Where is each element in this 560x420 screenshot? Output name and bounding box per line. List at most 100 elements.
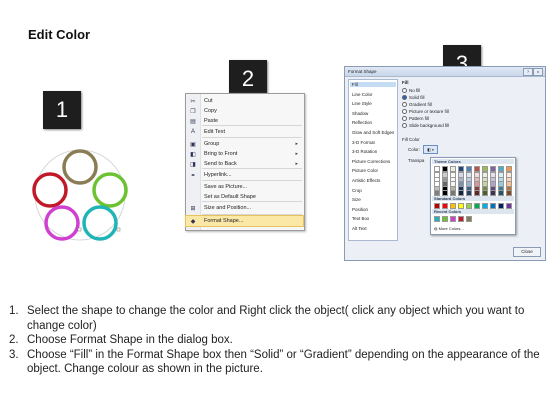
close-button[interactable]: Close xyxy=(513,247,541,257)
recent-color-swatch[interactable] xyxy=(450,216,456,222)
instruction-step: 1. Select the shape to change the color a… xyxy=(9,304,554,333)
menu-item-label: Edit Text xyxy=(204,129,225,135)
submenu-arrow-icon: ▸ xyxy=(295,151,298,157)
menu-item-label: Format Shape... xyxy=(204,218,244,224)
ring-green[interactable] xyxy=(92,172,128,208)
step-number: 3. xyxy=(9,348,19,361)
dialog-title-bar: Format Shape ? x xyxy=(345,67,545,77)
ring-diagram[interactable] xyxy=(20,135,140,250)
step-text: Choose Format Shape in the dialog box. xyxy=(27,334,233,346)
category-3-d-rotation[interactable]: 3-D Rotation xyxy=(352,149,377,154)
send-back-icon: ◨ xyxy=(190,161,196,168)
menu-item-label: Save as Picture... xyxy=(204,184,248,190)
step-text: Choose “Fill” in the Format Shape box th… xyxy=(27,348,540,376)
color-label: Color: xyxy=(408,147,421,152)
standard-colors-heading: Standard Colors xyxy=(432,196,514,201)
recent-color-swatch[interactable] xyxy=(434,216,440,222)
menu-item-send-to-back[interactable]: ◨ Send to Back ▸ xyxy=(186,159,303,169)
close-icon[interactable]: x xyxy=(533,68,543,76)
category-alt-text[interactable]: Alt Text xyxy=(352,226,367,231)
group-icon: ▣ xyxy=(190,141,196,148)
fill-option-label: Slide background fill xyxy=(409,123,450,128)
category-crop[interactable]: Crop xyxy=(352,188,362,193)
category-text-box[interactable]: Text Box xyxy=(352,216,369,221)
recent-color-swatch[interactable] xyxy=(458,216,464,222)
ring-red[interactable] xyxy=(32,172,68,208)
menu-item-bring-to-front[interactable]: ◧ Bring to Front ▸ xyxy=(186,149,303,159)
category-size[interactable]: Size xyxy=(352,197,361,202)
fill-option-label: Pattern fill xyxy=(409,116,430,121)
selection-handle[interactable] xyxy=(77,227,82,232)
fill-heading: Fill xyxy=(402,80,409,85)
help-button[interactable]: ? xyxy=(523,68,533,76)
category-picture-corrections[interactable]: Picture Corrections xyxy=(352,159,390,164)
category-shadow[interactable]: Shadow xyxy=(352,111,368,116)
color-palette-dropdown: Theme Colors Standard Colors Recent Colo… xyxy=(430,157,516,235)
menu-item-label: Paste xyxy=(204,118,219,124)
menu-item-format-shape[interactable]: ◆ Format Shape... xyxy=(185,215,304,227)
fill-option-pattern-fill[interactable]: Pattern fill xyxy=(402,116,429,121)
fill-color-heading: Fill Color xyxy=(402,137,420,142)
edit-text-icon: A xyxy=(190,129,195,135)
category-artistic-effects[interactable]: Artistic Effects xyxy=(352,178,380,183)
fill-option-label: Gradient fill xyxy=(409,102,432,107)
menu-item-save-as-picture[interactable]: Save as Picture... xyxy=(186,182,303,192)
size-icon: ⊞ xyxy=(190,205,196,212)
more-colors-link[interactable]: ◍ More Colors... xyxy=(434,226,464,231)
menu-item-cut[interactable]: ✂ Cut xyxy=(186,96,303,106)
radio-button[interactable] xyxy=(402,109,407,114)
menu-item-paste[interactable]: ▤ Paste xyxy=(186,116,303,126)
fill-option-label: No fill xyxy=(409,88,421,93)
menu-item-size-and-position[interactable]: ⊞ Size and Position... xyxy=(186,203,303,213)
paste-icon: ▤ xyxy=(190,118,196,125)
category-3-d-format[interactable]: 3-D Format xyxy=(352,140,375,145)
theme-colors-heading: Theme Colors xyxy=(432,159,514,164)
transparency-label: Transpa xyxy=(408,158,425,163)
menu-item-group[interactable]: ▣ Group ▸ xyxy=(186,139,303,149)
instruction-step: 3. Choose “Fill” in the Format Shape box … xyxy=(9,348,554,377)
menu-item-label: Group xyxy=(204,141,220,147)
category-line-style[interactable]: Line Style xyxy=(352,101,372,106)
radio-button[interactable] xyxy=(402,88,407,93)
menu-item-edit-text[interactable]: A Edit Text xyxy=(186,127,303,137)
menu-item-set-as-default-shape[interactable]: Set as Default Shape xyxy=(186,192,303,202)
category-reflection[interactable]: Reflection xyxy=(352,120,372,125)
radio-button[interactable] xyxy=(402,123,407,128)
menu-item-label: Send to Back xyxy=(204,161,237,167)
category-glow-and-soft-edges[interactable]: Glow and Soft Edges xyxy=(352,130,394,135)
ring-magenta[interactable] xyxy=(44,205,80,241)
menu-item-label: Set as Default Shape xyxy=(204,194,256,200)
selection-guide-circle xyxy=(34,149,126,241)
fill-option-label: Solid fill xyxy=(409,95,425,100)
bring-front-icon: ◧ xyxy=(190,151,196,158)
fill-option-gradient-fill[interactable]: Gradient fill xyxy=(402,102,432,107)
ring-olive[interactable] xyxy=(62,149,98,185)
category-position[interactable]: Position xyxy=(352,207,368,212)
recent-colors-heading: Recent Colors xyxy=(432,209,514,214)
recent-color-swatch[interactable] xyxy=(466,216,472,222)
category-line-color[interactable]: Line Color xyxy=(352,92,373,97)
category-list: Fill Line Color Line Style Shadow Reflection… xyxy=(348,79,398,241)
recent-color-swatch[interactable] xyxy=(442,216,448,222)
menu-item-hyperlink[interactable]: ⚭ Hyperlink... xyxy=(186,170,303,180)
more-colors-label: More Colors... xyxy=(438,226,464,231)
radio-button[interactable] xyxy=(402,116,407,121)
fill-option-no-fill[interactable]: No fill xyxy=(402,88,420,93)
category-picture-color[interactable]: Picture Color xyxy=(352,168,378,173)
radio-button[interactable] xyxy=(402,95,407,100)
scissors-icon: ✂ xyxy=(190,98,196,105)
category-fill[interactable]: Fill xyxy=(350,82,396,87)
menu-item-label: Cut xyxy=(204,98,213,104)
ring-cyan[interactable] xyxy=(82,205,118,241)
menu-separator xyxy=(202,180,302,181)
fill-option-picture-or-texture-fill[interactable]: Picture or texture fill xyxy=(402,109,449,114)
fill-option-solid-fill[interactable]: Solid fill xyxy=(402,95,425,100)
radio-button[interactable] xyxy=(402,102,407,107)
menu-separator xyxy=(202,137,302,138)
color-picker-button[interactable]: ◧ ▾ xyxy=(423,145,438,154)
chevron-down-icon: ▾ xyxy=(432,147,434,152)
fill-option-slide-background-fill[interactable]: Slide background fill xyxy=(402,123,449,128)
step-number: 2. xyxy=(9,334,19,346)
menu-item-copy[interactable]: ❐ Copy xyxy=(186,106,303,116)
selection-handle[interactable] xyxy=(116,227,121,232)
